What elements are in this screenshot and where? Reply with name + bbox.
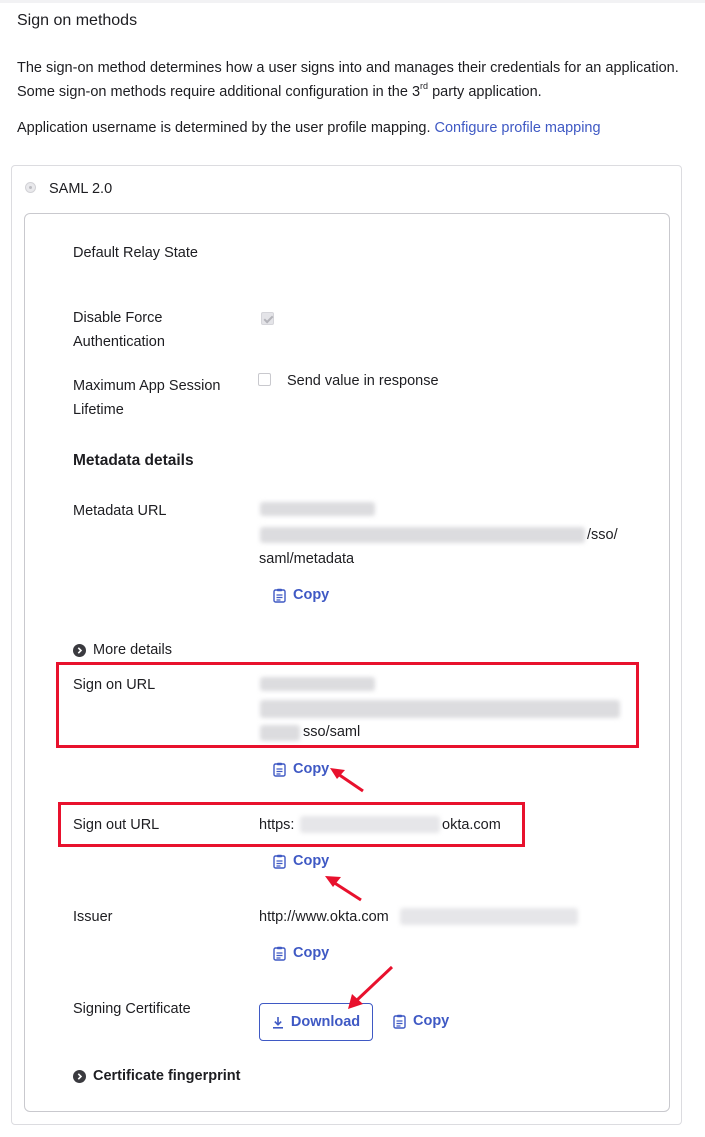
copy-label: Copy [293, 761, 330, 777]
highlight-sign-on-url [56, 662, 639, 748]
more-details-label: More details [93, 642, 172, 658]
copy-issuer-button[interactable]: Copy [273, 945, 329, 961]
more-details-toggle[interactable]: More details [73, 642, 172, 658]
issuer-value: http://www.okta.com [259, 909, 389, 925]
saml-radio-button[interactable] [25, 182, 36, 193]
copy-label: Copy [293, 853, 330, 869]
download-icon [272, 1016, 283, 1029]
disable-force-auth-label-line1: Disable Force [73, 310, 163, 326]
default-relay-state-label: Default Relay State [73, 245, 198, 261]
disable-force-auth-checkbox[interactable] [261, 312, 274, 325]
redacted-issuer [400, 908, 578, 925]
intro-text-end: party application. [428, 84, 542, 100]
metadata-url-label: Metadata URL [73, 503, 167, 519]
send-value-label: Send value in response [287, 373, 439, 389]
clipboard-icon [273, 854, 286, 869]
metadata-details-heading: Metadata details [73, 452, 194, 469]
section-title: Sign on methods [17, 12, 138, 29]
intro-text: The sign-on method determines how a user… [17, 60, 679, 100]
copy-sign-out-url-button[interactable]: Copy [273, 853, 329, 869]
copy-certificate-button[interactable]: Copy [393, 1013, 449, 1029]
redacted-metadata-url-1 [260, 502, 375, 516]
copy-sign-on-url-button[interactable]: Copy [273, 761, 329, 777]
metadata-url-tail-1: /sso/ [587, 527, 618, 543]
clipboard-icon [393, 1014, 406, 1029]
intro-superscript: rd [420, 81, 429, 92]
profile-mapping-paragraph: Application username is determined by th… [17, 116, 601, 140]
highlight-sign-out-url [58, 802, 525, 847]
intro-paragraph: The sign-on method determines how a user… [17, 56, 697, 104]
copy-metadata-url-button[interactable]: Copy [273, 587, 329, 603]
signing-certificate-label: Signing Certificate [73, 1001, 191, 1017]
certificate-fingerprint-label: Certificate fingerprint [93, 1068, 241, 1084]
download-certificate-button[interactable]: Download [259, 1003, 373, 1041]
chevron-right-circle-icon [73, 643, 86, 657]
max-session-label-line2: Lifetime [73, 402, 124, 418]
metadata-url-tail-2: saml/metadata [259, 551, 355, 567]
copy-label: Copy [413, 1013, 450, 1029]
disable-force-auth-label-line2: Authentication [73, 334, 165, 350]
clipboard-icon [273, 946, 286, 961]
copy-label: Copy [293, 587, 330, 603]
copy-label: Copy [293, 945, 330, 961]
chevron-right-circle-icon [73, 1069, 86, 1083]
max-session-label-line1: Maximum App Session [73, 378, 221, 394]
download-label: Download [290, 1014, 361, 1030]
max-session-label: Maximum App Session Lifetime [73, 374, 220, 422]
clipboard-icon [273, 762, 286, 777]
disable-force-auth-label: Disable Force Authentication [73, 306, 165, 354]
issuer-label: Issuer [73, 909, 113, 925]
top-divider [0, 0, 705, 3]
saml-radio-label: SAML 2.0 [49, 181, 113, 197]
certificate-fingerprint-toggle[interactable]: Certificate fingerprint [73, 1068, 240, 1084]
profile-mapping-text: Application username is determined by th… [17, 120, 435, 136]
clipboard-icon [273, 588, 286, 603]
send-value-checkbox[interactable] [258, 373, 271, 386]
redacted-metadata-url-2 [260, 527, 585, 543]
configure-profile-mapping-link[interactable]: Configure profile mapping [435, 120, 601, 136]
